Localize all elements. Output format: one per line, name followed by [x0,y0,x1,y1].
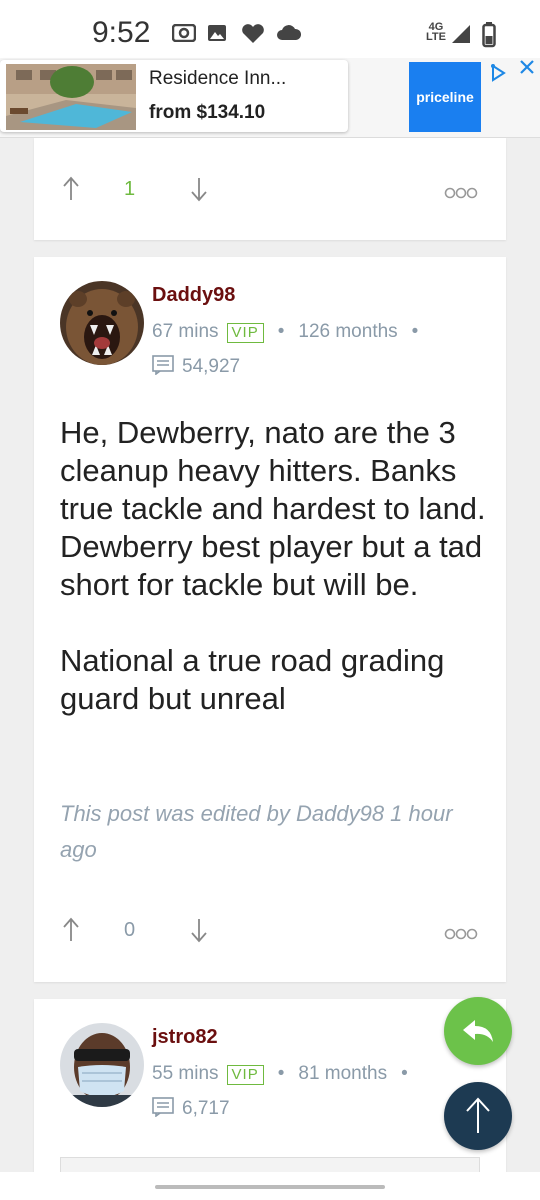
time-ago: 55 mins [152,1063,219,1084]
separator-dot: • [277,1063,285,1084]
membership-duration: 81 months [298,1063,388,1084]
navigation-bar [0,1172,540,1200]
arrow-up-icon [466,1097,490,1133]
ad-title[interactable]: Residence Inn... [149,68,286,90]
cloud-icon [276,24,302,47]
adchoices-icon[interactable] [490,64,512,87]
avatar[interactable] [60,1023,144,1107]
separator-dot: • [411,321,419,342]
separator-dot: • [277,321,285,342]
vip-badge: VIP [226,1065,264,1085]
image-icon [207,24,227,47]
ad-brand-logo[interactable]: priceline [409,62,481,132]
network-indicator: 4G LTE [426,22,446,43]
network-sub-label: LTE [426,31,446,43]
reply-button[interactable] [444,997,512,1065]
ad-price[interactable]: from $134.10 [149,102,265,124]
post-count: 54,927 [152,355,240,378]
downvote-icon[interactable] [190,917,208,948]
vote-count: 1 [124,178,136,200]
separator-dot: • [401,1063,408,1084]
membership-duration: 126 months [298,321,398,342]
more-options-icon[interactable] [444,186,478,204]
reply-icon [463,1020,493,1042]
scroll-to-top-button[interactable] [444,1082,512,1150]
avatar[interactable] [60,281,144,365]
time-ago: 67 mins [152,321,219,342]
heart-icon [241,24,265,49]
post-count-value: 6,717 [182,1098,230,1119]
post-card: Daddy98 67 mins VIP • 126 months • 54,927 He… [34,257,506,982]
edited-note: This post was edited by Daddy98 1 hour a… [60,801,453,862]
vote-row: 0 [34,917,506,947]
post-body: He, Dewberry, nato are the 3 cleanup hea… [60,414,490,718]
hotel-photo [6,64,136,130]
username[interactable]: Daddy98 [152,284,235,307]
downvote-icon[interactable] [190,176,208,207]
post-count: 6,717 [152,1097,230,1120]
ad-brand-label: priceline [416,89,474,105]
battery-icon [482,22,496,53]
post-card: jstro82 55 mins VIP • 81 months • 6,717 [34,999,506,1187]
status-time: 9:52 [92,16,151,49]
post-card: 1 [34,138,506,240]
vote-row: 1 [34,176,506,206]
status-bar: 9:52 4G LTE [0,0,540,62]
comments-icon [152,1097,174,1118]
upvote-icon[interactable] [62,917,80,948]
ad-card[interactable]: Residence Inn... from $134.10 [0,60,348,132]
post-count-value: 54,927 [182,356,241,377]
signal-icon [450,24,472,49]
more-options-icon[interactable] [444,927,478,945]
username[interactable]: jstro82 [152,1026,218,1049]
vip-badge: VIP [226,323,264,343]
comments-icon [152,355,174,376]
post-meta: 67 mins VIP • 126 months • [152,321,432,343]
upvote-icon[interactable] [62,176,80,207]
post-paragraph: He, Dewberry, nato are the 3 cleanup hea… [60,415,486,602]
vote-count: 0 [124,919,136,941]
home-indicator[interactable] [155,1185,385,1189]
post-meta: 55 mins VIP • 81 months • [152,1063,422,1085]
radio-icon [171,23,197,47]
ad-banner[interactable]: Residence Inn... from $134.10 priceline [0,58,540,138]
close-icon[interactable] [518,58,536,82]
post-paragraph: National a true road grading guard but u… [60,643,445,716]
